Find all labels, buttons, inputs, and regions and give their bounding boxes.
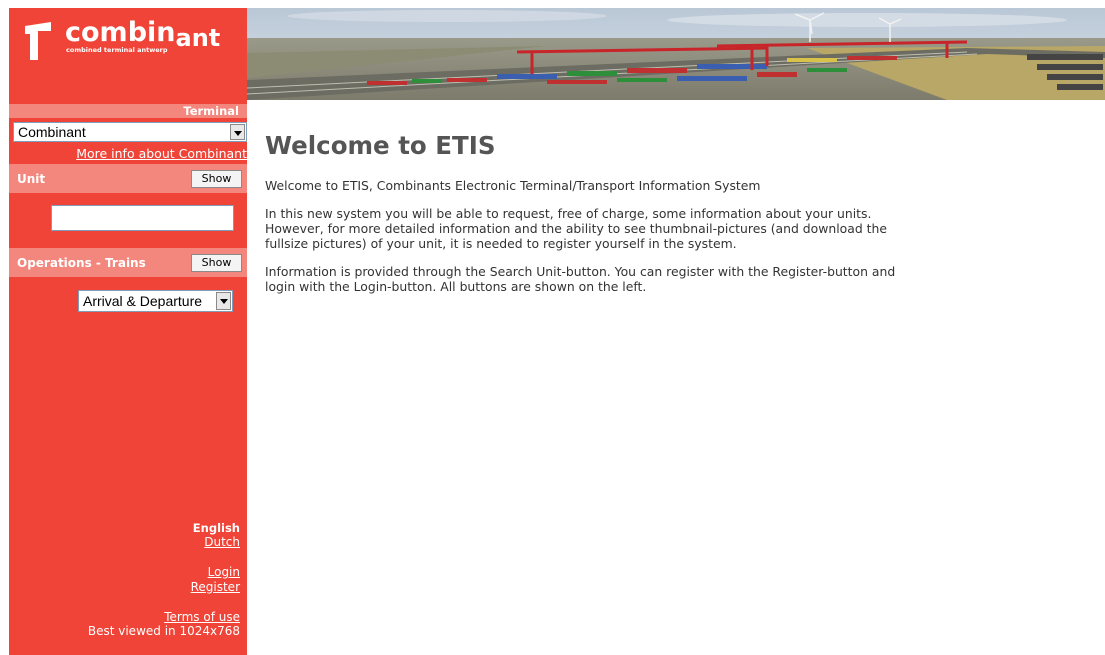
terms-of-use-link[interactable]: Terms of use xyxy=(164,610,240,624)
terminal-select[interactable]: Combinant xyxy=(13,122,247,142)
unit-search-input[interactable] xyxy=(51,205,234,231)
best-viewed-note: Best viewed in 1024x768 xyxy=(87,624,240,638)
unit-header: Unit Show xyxy=(9,164,247,193)
info-line: In this new system you will be able to r… xyxy=(265,206,872,221)
language-english: English xyxy=(192,521,240,535)
terminal-label: Terminal xyxy=(183,104,239,118)
login-link[interactable]: Login xyxy=(208,565,240,579)
combinant-logo[interactable]: combinant combined terminal antwerp xyxy=(9,8,247,100)
unit-show-button[interactable]: Show xyxy=(191,170,242,188)
terminal-header: Terminal xyxy=(9,104,247,118)
operations-show-button[interactable]: Show xyxy=(191,254,242,272)
more-info-link[interactable]: More info about Combinant xyxy=(76,146,247,161)
sidebar: combinant combined terminal antwerp Term… xyxy=(9,8,247,655)
operations-label: Operations - Trains xyxy=(17,256,146,270)
operations-selected-value: Arrival & Departure xyxy=(83,293,203,309)
crane-logo-icon xyxy=(25,22,51,60)
unit-label: Unit xyxy=(17,172,46,186)
terminal-selected-value: Combinant xyxy=(18,124,86,140)
chevron-down-icon[interactable] xyxy=(216,292,231,310)
operations-header: Operations - Trains Show xyxy=(9,248,247,277)
help-line: login with the Login-button. All buttons… xyxy=(265,278,647,294)
intro-paragraph: Welcome to ETIS, Combinants Electronic T… xyxy=(265,178,761,193)
register-link[interactable]: Register xyxy=(191,580,240,594)
logo-wordmark: combinant xyxy=(65,17,221,52)
operations-select[interactable]: Arrival & Departure xyxy=(78,290,233,312)
help-line: Information is provided through the Sear… xyxy=(265,264,896,279)
help-paragraph: Information is provided through the Sear… xyxy=(265,264,965,295)
language-dutch-link[interactable]: Dutch xyxy=(204,535,240,549)
page-title: Welcome to ETIS xyxy=(265,131,496,160)
chevron-down-icon[interactable] xyxy=(230,124,245,140)
info-line: fullsize pictures) of your unit, it is n… xyxy=(265,235,737,251)
info-line: However, for more detailed information a… xyxy=(265,220,887,236)
info-paragraph: In this new system you will be able to r… xyxy=(265,206,965,251)
terminal-banner-image xyxy=(247,8,1105,100)
terminal-aerial-illustration xyxy=(247,8,1105,100)
logo-tagline: combined terminal antwerp xyxy=(66,46,168,54)
